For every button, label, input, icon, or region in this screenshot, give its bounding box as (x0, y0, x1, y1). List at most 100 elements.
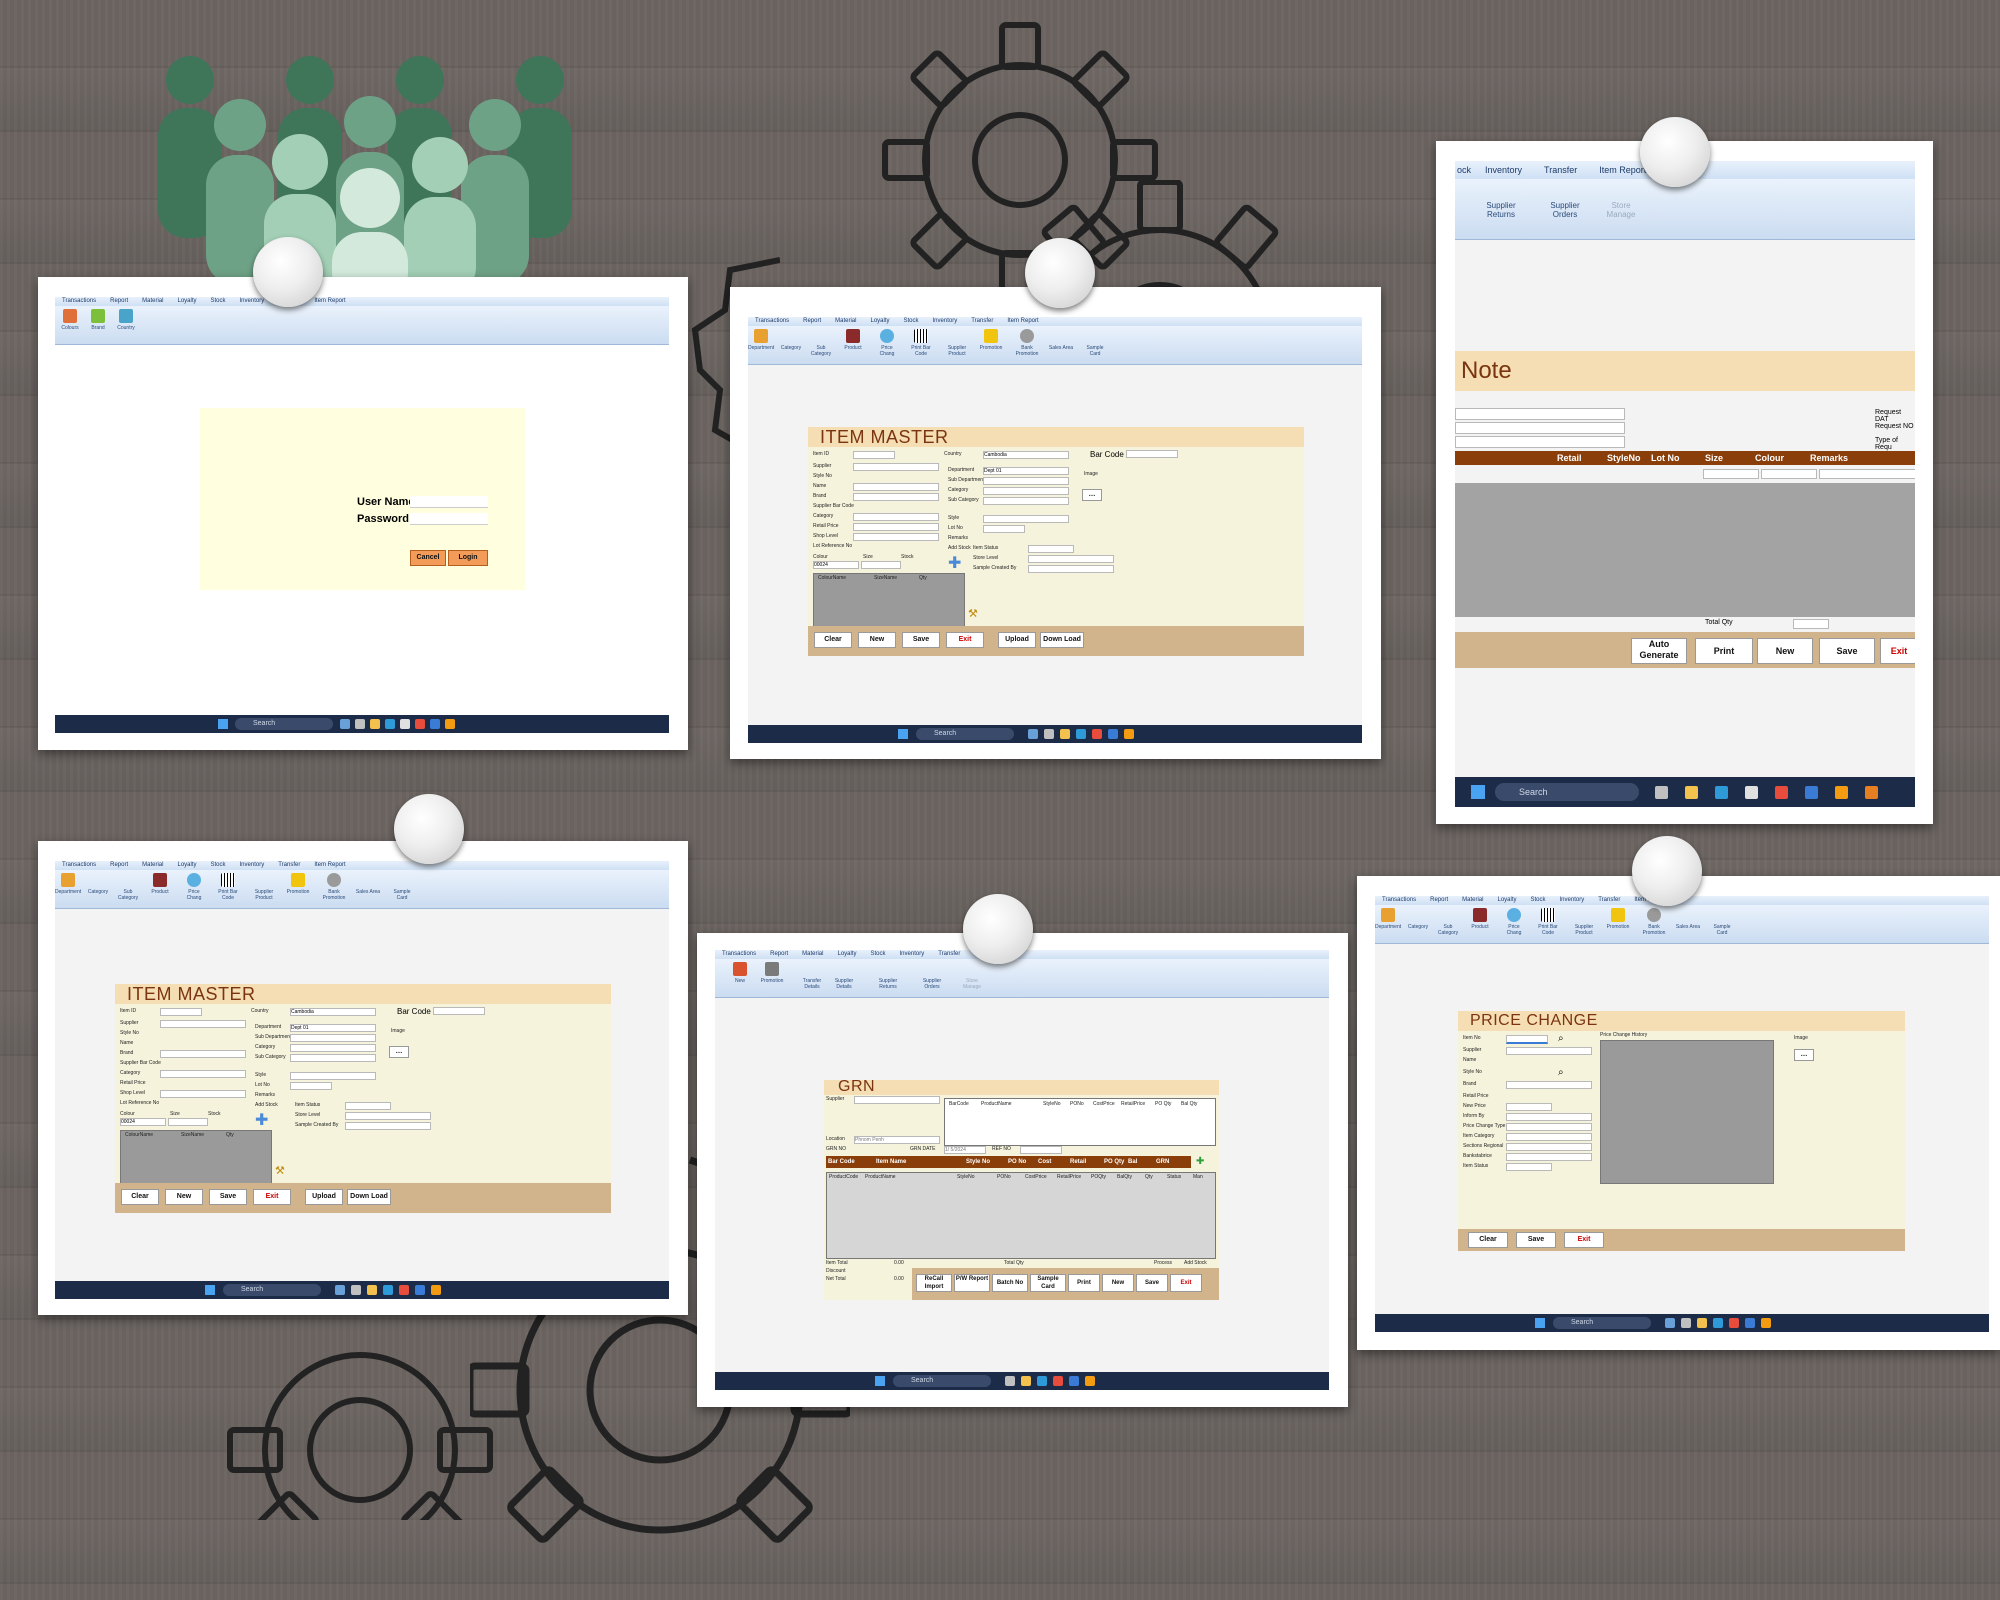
ribbon-button[interactable]: Sales Area (1675, 908, 1701, 936)
app-icon[interactable] (351, 1285, 361, 1295)
ribbon-button[interactable]: Supplier Details (831, 962, 857, 990)
ribbon-button[interactable]: Sample Card (1082, 329, 1108, 357)
menu-item[interactable]: Transfer (1598, 897, 1620, 903)
app-icon[interactable] (1076, 729, 1086, 739)
sub-category-field[interactable] (983, 497, 1069, 505)
ribbon-button[interactable]: Bank Promotion (321, 873, 347, 901)
app-icon[interactable] (1681, 1318, 1691, 1328)
ribbon-button[interactable]: Sales Area (1048, 329, 1074, 357)
menu-item[interactable]: Transactions (62, 862, 96, 868)
windows-start-icon[interactable] (898, 729, 908, 739)
taskbar-search[interactable]: Search (893, 1375, 991, 1387)
username-field[interactable] (410, 496, 488, 508)
menu-item[interactable]: Material (802, 951, 823, 957)
ribbon-button[interactable]: Bank Promotion (1014, 329, 1040, 357)
menu-item[interactable]: Item Report (314, 298, 345, 304)
menu-item[interactable]: Inventory (240, 862, 265, 868)
ribbon-button[interactable]: Supplier Product (251, 873, 277, 901)
menu-item[interactable]: Report (803, 318, 821, 324)
app-icon[interactable] (1713, 1318, 1723, 1328)
ribbon-button[interactable]: Department (55, 873, 81, 901)
cancel-button[interactable]: Cancel (410, 550, 446, 566)
ribbon-button[interactable]: Price Chang (874, 329, 900, 357)
ribbon-button[interactable]: Promotion (1605, 908, 1631, 936)
browse-image-button[interactable]: … (1082, 489, 1102, 501)
sub-department-field[interactable] (983, 477, 1069, 485)
taskbar-search[interactable]: Search (223, 1284, 321, 1296)
ribbon-button[interactable]: Sales Area (355, 873, 381, 901)
ribbon-button[interactable]: Store Manage (959, 962, 985, 990)
app-icon[interactable] (415, 719, 425, 729)
menu-item[interactable]: Report (110, 862, 128, 868)
brand-field[interactable] (853, 493, 939, 501)
item-status-field[interactable] (345, 1102, 391, 1110)
add-stock-checkbox[interactable]: Add Stock (255, 1102, 278, 1108)
app-icon[interactable] (1805, 786, 1818, 799)
supplier-field[interactable] (1506, 1047, 1592, 1055)
app-icon[interactable] (1685, 786, 1698, 799)
ribbon-button[interactable]: Transfer Details (799, 962, 825, 990)
menu-item[interactable]: Transactions (1382, 897, 1416, 903)
lot-no-field[interactable] (983, 525, 1025, 533)
menu-item[interactable]: Item Report (1007, 318, 1038, 324)
ribbon-button[interactable]: Colours (57, 309, 83, 337)
ribbon-button[interactable]: Product (840, 329, 866, 357)
app-icon[interactable] (1745, 786, 1758, 799)
style-field[interactable] (290, 1072, 376, 1080)
menu-item[interactable]: Stock (211, 298, 226, 304)
browse-image-button[interactable]: … (389, 1046, 409, 1058)
sample-created-by-field[interactable] (345, 1122, 431, 1130)
menu-item[interactable]: Inventory (240, 298, 265, 304)
item-status-field[interactable] (1506, 1163, 1552, 1171)
menu-item[interactable]: Report (110, 298, 128, 304)
sample-created-by-field[interactable] (1028, 565, 1114, 573)
menu-item[interactable]: Stock (871, 951, 886, 957)
add-stock-checkbox[interactable]: Add Stock (948, 545, 971, 551)
menu-item[interactable]: Transfer (1544, 165, 1577, 175)
print-button[interactable]: Print (1068, 1274, 1100, 1292)
taskbar-search[interactable]: Search (916, 728, 1014, 740)
app-icon[interactable] (370, 719, 380, 729)
recall-import-button[interactable]: ReCall Import (916, 1274, 952, 1292)
ribbon-button[interactable]: Sub Category (808, 329, 834, 357)
colour-field[interactable]: 00024 (813, 561, 859, 569)
menu-item[interactable]: Loyalty (870, 318, 889, 324)
menu-item[interactable]: Material (142, 298, 163, 304)
windows-start-icon[interactable] (218, 719, 228, 729)
app-icon[interactable] (415, 1285, 425, 1295)
clear-button[interactable]: Clear (121, 1189, 159, 1205)
ribbon-button[interactable]: Sample Card (389, 873, 415, 901)
menu-item[interactable]: Item Report (314, 862, 345, 868)
menu-item[interactable]: Inventory (1560, 897, 1585, 903)
app-icon[interactable] (400, 719, 410, 729)
ribbon-button[interactable]: Category (778, 329, 804, 357)
app-icon[interactable] (355, 719, 365, 729)
menu-item[interactable]: Transactions (722, 951, 756, 957)
clear-button[interactable]: Clear (814, 632, 852, 648)
pw-report-button[interactable]: P/W Report (954, 1274, 990, 1292)
menu-item[interactable]: Transfer (971, 318, 993, 324)
colour-field[interactable]: 00024 (120, 1118, 166, 1126)
department-field[interactable]: Dept 01 (290, 1024, 376, 1032)
item-status-field[interactable] (1028, 545, 1074, 553)
ribbon-button[interactable]: Department (1375, 908, 1401, 936)
menu-item[interactable]: Transfer (278, 862, 300, 868)
ribbon-button[interactable]: Sample Card (1709, 908, 1735, 936)
app-icon[interactable] (1697, 1318, 1707, 1328)
menu-item[interactable]: Stock (211, 862, 226, 868)
menu-item[interactable]: Stock (904, 318, 919, 324)
save-button[interactable]: Save (1516, 1232, 1556, 1248)
new-button[interactable]: New (1102, 1274, 1134, 1292)
ribbon-button[interactable]: Supplier Orders (1543, 201, 1587, 219)
app-icon[interactable] (1037, 1376, 1047, 1386)
app-icon[interactable] (1665, 1318, 1675, 1328)
app-icon[interactable] (1044, 729, 1054, 739)
menu-item[interactable]: Transfer (938, 951, 960, 957)
exit-button[interactable]: Exit (1170, 1274, 1202, 1292)
taskbar-search[interactable]: Search (235, 718, 333, 730)
windows-start-icon[interactable] (875, 1376, 885, 1386)
app-icon[interactable] (430, 719, 440, 729)
remarks-field[interactable] (1819, 469, 1915, 479)
app-icon[interactable] (340, 719, 350, 729)
ribbon-button[interactable]: Print Bar Code (1535, 908, 1561, 936)
